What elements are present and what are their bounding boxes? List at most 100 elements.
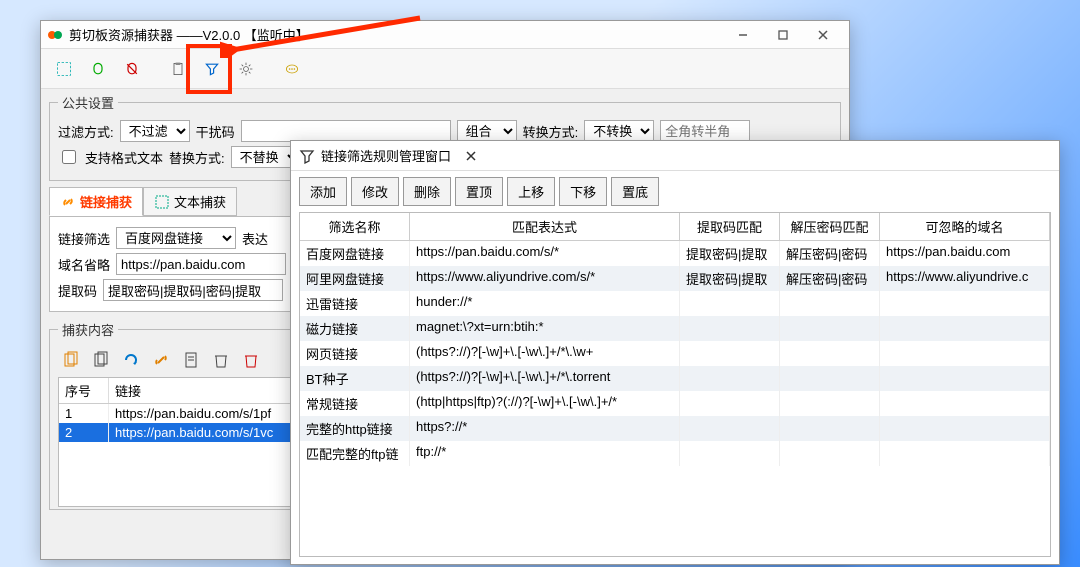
table-row[interactable]: 常规链接(http|https|ftp)?(://)?[-\w]+\.[-\w\… xyxy=(300,391,1050,416)
funnel-icon xyxy=(299,148,315,164)
cell-expr: hunder://* xyxy=(410,291,680,316)
link-icon xyxy=(60,194,76,210)
cell-expr: (https?://)?[-\w]+\.[-\w\.]+/*\.torrent xyxy=(410,366,680,391)
table-row[interactable]: 磁力链接magnet:\?xt=urn:btih:* xyxy=(300,316,1050,341)
cell-ext xyxy=(680,416,780,441)
listen-stop-button[interactable] xyxy=(117,54,147,84)
cell-expr: ftp://* xyxy=(410,441,680,466)
table-row[interactable]: BT种子(https?://)?[-\w]+\.[-\w\.]+/*\.torr… xyxy=(300,366,1050,391)
col-dec[interactable]: 解压密码匹配 xyxy=(780,213,880,240)
tab-text-label: 文本捕获 xyxy=(174,192,226,211)
cell-expr: (http|https|ftp)?(://)?[-\w]+\.[-\w\.]+/… xyxy=(410,391,680,416)
convert-select[interactable]: 不转换 xyxy=(584,120,654,142)
filter-rules-dialog: 链接筛选规则管理窗口 添加 修改 删除 置顶 上移 下移 置底 筛选名称 匹配表… xyxy=(290,140,1060,565)
tab-link-capture[interactable]: 链接捕获 xyxy=(49,187,143,216)
settings-button[interactable] xyxy=(231,54,261,84)
minimize-button[interactable] xyxy=(723,21,763,49)
filter-mode-select[interactable]: 不过滤 xyxy=(120,120,190,142)
cell-dec xyxy=(780,416,880,441)
dialog-close-button[interactable] xyxy=(451,142,491,170)
up-button[interactable]: 上移 xyxy=(507,177,555,206)
expr-label: 表达 xyxy=(242,229,268,248)
cell-dec xyxy=(780,341,880,366)
cell-ext xyxy=(680,366,780,391)
convert-label: 转换方式: xyxy=(523,122,579,141)
cell-ext xyxy=(680,341,780,366)
clear-button[interactable] xyxy=(238,347,264,373)
maximize-button[interactable] xyxy=(763,21,803,49)
cell-name: 磁力链接 xyxy=(300,316,410,341)
table-row[interactable]: 阿里网盘链接https://www.aliyundrive.com/s/*提取密… xyxy=(300,266,1050,291)
cell-name: 阿里网盘链接 xyxy=(300,266,410,291)
disturb-input[interactable] xyxy=(241,120,451,142)
cell-ext xyxy=(680,291,780,316)
extract-input[interactable] xyxy=(103,279,283,301)
cell-expr: https://pan.baidu.com/s/* xyxy=(410,241,680,266)
annotation-arrow xyxy=(220,8,440,58)
dialog-toolbar: 添加 修改 删除 置顶 上移 下移 置底 xyxy=(291,171,1059,212)
format-text-label: 支持格式文本 xyxy=(85,148,163,167)
toolbar xyxy=(41,49,849,89)
cell-seq: 1 xyxy=(59,404,109,423)
cell-dom xyxy=(880,291,1050,316)
about-button[interactable] xyxy=(277,54,307,84)
col-expr[interactable]: 匹配表达式 xyxy=(410,213,680,240)
cell-ext xyxy=(680,441,780,466)
top-button[interactable]: 置顶 xyxy=(455,177,503,206)
filter-mode-label: 过滤方式: xyxy=(58,122,114,141)
rules-grid[interactable]: 筛选名称 匹配表达式 提取码匹配 解压密码匹配 可忽略的域名 百度网盘链接htt… xyxy=(299,212,1051,557)
add-button[interactable]: 添加 xyxy=(299,177,347,206)
table-row[interactable]: 百度网盘链接https://pan.baidu.com/s/*提取密码|提取解压… xyxy=(300,241,1050,266)
col-name[interactable]: 筛选名称 xyxy=(300,213,410,240)
table-row[interactable]: 迅雷链接hunder://* xyxy=(300,291,1050,316)
cell-ext xyxy=(680,316,780,341)
cell-name: 完整的http链接 xyxy=(300,416,410,441)
titlebar: 剪切板资源捕获器 ——V2.0.0 【监听中】 xyxy=(41,21,849,49)
replace-label: 替换方式: xyxy=(169,148,225,167)
edit-button[interactable]: 修改 xyxy=(351,177,399,206)
cell-dom: https://www.aliyundrive.c xyxy=(880,266,1050,291)
cell-dom xyxy=(880,441,1050,466)
col-seq[interactable]: 序号 xyxy=(59,378,109,403)
cell-dom: https://pan.baidu.com xyxy=(880,241,1050,266)
fullhalf-input[interactable] xyxy=(660,120,750,142)
cell-dom xyxy=(880,366,1050,391)
bottom-button[interactable]: 置底 xyxy=(611,177,659,206)
cell-name: 网页链接 xyxy=(300,341,410,366)
copy-button[interactable] xyxy=(58,347,84,373)
col-dom[interactable]: 可忽略的域名 xyxy=(880,213,1050,240)
cell-name: BT种子 xyxy=(300,366,410,391)
captured-legend: 捕获内容 xyxy=(58,320,118,339)
tab-link-label: 链接捕获 xyxy=(80,192,132,211)
combo-select[interactable]: 组合 xyxy=(457,120,517,142)
cell-dec: 解压密码|密码 xyxy=(780,241,880,266)
domain-input[interactable] xyxy=(116,253,286,275)
text-icon xyxy=(154,194,170,210)
link-filter-label: 链接筛选 xyxy=(58,229,110,248)
table-row[interactable]: 网页链接(https?://)?[-\w]+\.[-\w\.]+/*\.\w+ xyxy=(300,341,1050,366)
edit-button[interactable] xyxy=(178,347,204,373)
listen-start-button[interactable] xyxy=(83,54,113,84)
col-ext[interactable]: 提取码匹配 xyxy=(680,213,780,240)
domain-label: 域名省略 xyxy=(58,255,110,274)
tab-text-capture[interactable]: 文本捕获 xyxy=(143,187,237,216)
cell-dec: 解压密码|密码 xyxy=(780,266,880,291)
copy2-button[interactable] xyxy=(88,347,114,373)
cell-expr: (https?://)?[-\w]+\.[-\w\.]+/*\.\w+ xyxy=(410,341,680,366)
format-text-checkbox[interactable] xyxy=(62,150,76,164)
delete-button[interactable] xyxy=(208,347,234,373)
close-button[interactable] xyxy=(803,21,843,49)
cell-dec xyxy=(780,441,880,466)
table-row[interactable]: 匹配完整的ftp链ftp://* xyxy=(300,441,1050,466)
cell-ext: 提取密码|提取 xyxy=(680,266,780,291)
cell-expr: https://www.aliyundrive.com/s/* xyxy=(410,266,680,291)
refresh-button[interactable] xyxy=(118,347,144,373)
openlink-button[interactable] xyxy=(148,347,174,373)
link-filter-select[interactable]: 百度网盘链接 xyxy=(116,227,236,249)
extract-label: 提取码 xyxy=(58,281,97,300)
down-button[interactable]: 下移 xyxy=(559,177,607,206)
table-row[interactable]: 完整的http链接https?://* xyxy=(300,416,1050,441)
cell-dec xyxy=(780,366,880,391)
capture-region-button[interactable] xyxy=(49,54,79,84)
delete-button[interactable]: 删除 xyxy=(403,177,451,206)
